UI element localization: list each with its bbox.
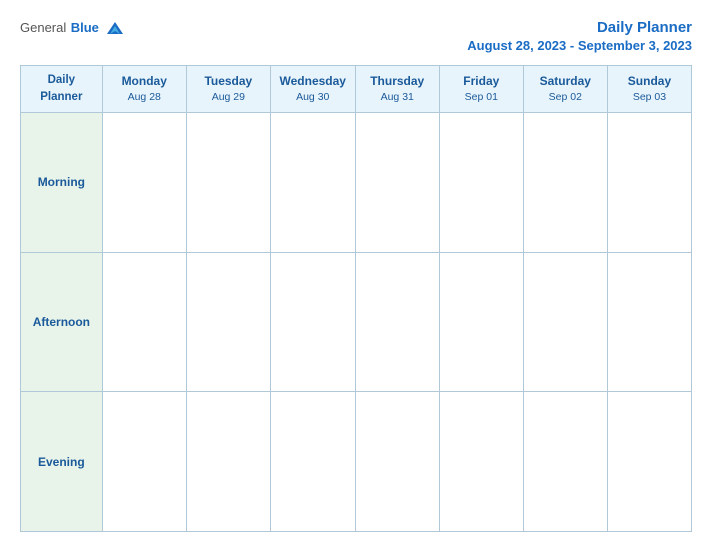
morning-thursday[interactable] (355, 113, 439, 253)
col-tuesday: Tuesday Aug 29 (186, 65, 270, 113)
evening-saturday[interactable] (523, 392, 607, 532)
evening-label: Evening (21, 392, 103, 532)
page-header: General Blue Daily Planner August 28, 20… (20, 18, 692, 53)
logo: General Blue (20, 18, 125, 38)
morning-sunday[interactable] (607, 113, 691, 253)
col-monday: Monday Aug 28 (102, 65, 186, 113)
afternoon-sunday[interactable] (607, 252, 691, 392)
logo-icon (105, 18, 125, 38)
morning-saturday[interactable] (523, 113, 607, 253)
logo-blue: Blue (71, 20, 99, 35)
evening-sunday[interactable] (607, 392, 691, 532)
afternoon-thursday[interactable] (355, 252, 439, 392)
col-wednesday: Wednesday Aug 30 (270, 65, 355, 113)
morning-wednesday[interactable] (270, 113, 355, 253)
morning-friday[interactable] (439, 113, 523, 253)
evening-thursday[interactable] (355, 392, 439, 532)
table-header-row: DailyPlanner Monday Aug 28 Tuesday Aug 2… (21, 65, 692, 113)
logo-general: General (20, 20, 66, 35)
evening-tuesday[interactable] (186, 392, 270, 532)
morning-row: Morning (21, 113, 692, 253)
date-range: August 28, 2023 - September 3, 2023 (467, 38, 692, 53)
col-friday: Friday Sep 01 (439, 65, 523, 113)
afternoon-row: Afternoon (21, 252, 692, 392)
afternoon-saturday[interactable] (523, 252, 607, 392)
evening-monday[interactable] (102, 392, 186, 532)
title-area: Daily Planner August 28, 2023 - Septembe… (467, 18, 692, 53)
col-sunday: Sunday Sep 03 (607, 65, 691, 113)
planner-table: DailyPlanner Monday Aug 28 Tuesday Aug 2… (20, 65, 692, 533)
morning-label: Morning (21, 113, 103, 253)
afternoon-friday[interactable] (439, 252, 523, 392)
afternoon-label: Afternoon (21, 252, 103, 392)
col-saturday: Saturday Sep 02 (523, 65, 607, 113)
morning-tuesday[interactable] (186, 113, 270, 253)
morning-monday[interactable] (102, 113, 186, 253)
afternoon-monday[interactable] (102, 252, 186, 392)
afternoon-wednesday[interactable] (270, 252, 355, 392)
evening-row: Evening (21, 392, 692, 532)
evening-friday[interactable] (439, 392, 523, 532)
col-thursday: Thursday Aug 31 (355, 65, 439, 113)
page-title: Daily Planner (467, 18, 692, 38)
afternoon-tuesday[interactable] (186, 252, 270, 392)
planner-column-header: DailyPlanner (21, 65, 103, 113)
evening-wednesday[interactable] (270, 392, 355, 532)
